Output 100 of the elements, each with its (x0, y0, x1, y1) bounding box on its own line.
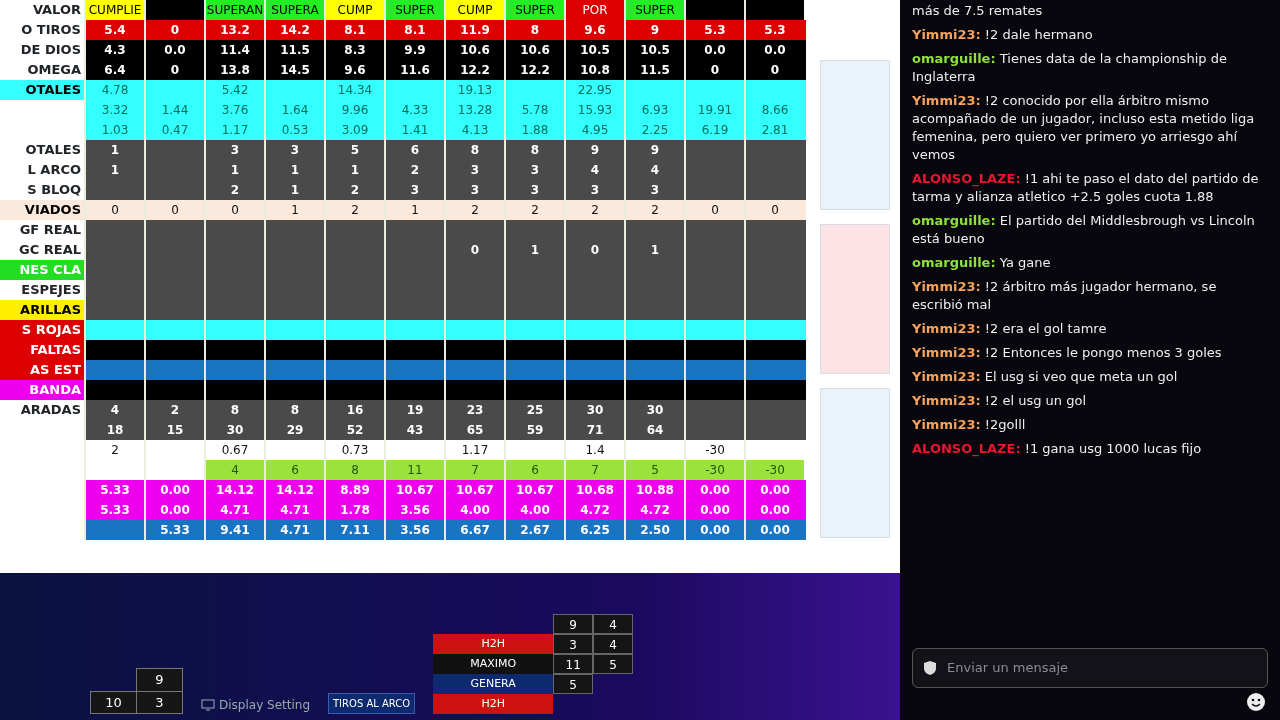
chat-message: más de 7.5 remates (912, 2, 1044, 20)
sheet-cell: 10.5 (624, 40, 684, 60)
status-cell: SUPERA (264, 0, 324, 20)
row-label: GENERA (433, 674, 554, 694)
sheet-cell: 6.67 (444, 520, 504, 540)
sheet-cell: 3.56 (384, 520, 444, 540)
status-cell: CUMP (324, 0, 384, 20)
smiley-icon[interactable] (1246, 692, 1266, 712)
sheet-cell: 10.67 (444, 480, 504, 500)
sheet-cell: 10.88 (624, 480, 684, 500)
sheet-cell: 10.6 (504, 40, 564, 60)
row-label: GC REAL (18, 241, 82, 259)
sheet-cell: 9.96 (324, 100, 384, 120)
sheet-cell: 65 (444, 420, 504, 440)
message-input[interactable]: Enviar un mensaje (945, 657, 1257, 679)
row-label: L ARCO (26, 161, 82, 179)
sheet-cell: 15 (144, 420, 204, 440)
sheet-cell: 6 (264, 460, 324, 480)
sheet-cell: 7 (564, 460, 624, 480)
table-cell: 4 (593, 614, 634, 634)
sheet-cell: 8 (264, 400, 324, 420)
row-label: OTALES (24, 141, 82, 159)
row-label: OMEGA (26, 61, 82, 79)
sheet-cell: 6 (504, 460, 564, 480)
sheet-cell: 7.11 (324, 520, 384, 540)
chat-input-field[interactable]: Enviar un mensaje (912, 648, 1268, 688)
row-label: GF REAL (18, 221, 82, 239)
sheet-cell: 0.0 (684, 40, 744, 60)
sheet-cell: 64 (624, 420, 684, 440)
sheet-cell: 0.0 (744, 40, 804, 60)
sheet-cell: 6.93 (624, 100, 684, 120)
sheet-cell: 9 (624, 140, 684, 160)
display-settings-link[interactable]: Display Setting (219, 696, 310, 714)
row-label: AS EST (0, 360, 84, 380)
sheet-cell: 8 (204, 400, 264, 420)
sheet-cell: 5.33 (144, 520, 204, 540)
sheet-cell: 10.67 (504, 480, 564, 500)
sheet-cell: 3.32 (84, 100, 144, 120)
sheet-cell: 23 (444, 400, 504, 420)
sheet-cell: 14.12 (264, 480, 324, 500)
sheet-cell: 9.41 (204, 520, 264, 540)
sheet-cell: 4.3 (84, 40, 144, 60)
sheet-cell: 11.5 (264, 40, 324, 60)
sheet-cell: 4 (204, 460, 264, 480)
sheet-cell: 14.12 (204, 480, 264, 500)
sheet-cell: 71 (564, 420, 624, 440)
row-label: S BLOQ (26, 181, 82, 199)
sheet-cell: 8 (444, 140, 504, 160)
sheet-cell: 2.67 (504, 520, 564, 540)
sheet-cell: 16 (324, 400, 384, 420)
chat-message: omarguille: Tienes data de la championship de Inglaterra (912, 50, 1228, 86)
sheet-cell: 1 (84, 140, 144, 160)
sheet-cell: 10.67 (384, 480, 444, 500)
sheet-cell: 15.93 (564, 100, 624, 120)
row-label: NES CLA (0, 260, 84, 280)
sheet-cell: 9.9 (384, 40, 444, 60)
row-label: VIADOS (0, 200, 84, 220)
sheet-cell: 14.34 (324, 80, 384, 100)
sheet-cell: 1 (204, 160, 264, 180)
sheet-cell: 2 (84, 440, 144, 460)
sheet-cell: 29 (264, 420, 324, 440)
sheet-cell: 0.00 (684, 520, 744, 540)
sheet-cell: 0 (444, 240, 504, 260)
row-label: O TIROS (20, 21, 82, 39)
status-cell: CUMP (444, 0, 504, 20)
row-label: OTALES (0, 80, 84, 100)
sheet-cell: 1.44 (144, 100, 204, 120)
sheet-cell: 3 (204, 140, 264, 160)
row-label: MAXIMO (433, 654, 554, 674)
row-label: H2H (433, 634, 554, 654)
row-label: ESPEJES (20, 281, 82, 299)
sheet-cell: 52 (324, 420, 384, 440)
sheet-cell: 10.68 (564, 480, 624, 500)
table-cell: 9 (553, 614, 594, 634)
row-label: BANDA (0, 380, 84, 400)
sheet-cell: 19.91 (684, 100, 744, 120)
table-cell: 5 (553, 674, 594, 694)
sheet-cell: 13.28 (444, 100, 504, 120)
sheet-cell: 0.0 (144, 40, 204, 60)
sheet-cell: 8.66 (744, 100, 804, 120)
sheet-cell: 43 (384, 420, 444, 440)
sheet-cell: 30 (624, 400, 684, 420)
table-cell: 10 (90, 691, 137, 714)
sheet-cell: 0.00 (744, 520, 804, 540)
sheet-cell: 1 (324, 160, 384, 180)
sheet-cell: 5 (624, 460, 684, 480)
sheet-cell: 8 (504, 140, 564, 160)
chat-message: omarguille: Ya gane (912, 254, 1052, 272)
monitor-icon (201, 699, 215, 711)
sheet-cell: 8 (324, 460, 384, 480)
sheet-cell: 7 (444, 460, 504, 480)
chat-message: Yimmi23: El usg si veo que meta un gol (912, 368, 1179, 386)
row-label: FALTAS (0, 340, 84, 360)
sheet-cell: 1 (84, 160, 144, 180)
sheet-cell: 11 (384, 460, 444, 480)
chat-message: Yimmi23: !2 era el gol tamre (912, 320, 1108, 338)
chat-message: ALONSO_LAZE: !1 gana usg 1000 lucas fijo (912, 440, 1203, 458)
table-cell: 5 (593, 654, 634, 674)
sheet-cell: 1 (624, 240, 684, 260)
status-cell: SUPER (624, 0, 684, 20)
